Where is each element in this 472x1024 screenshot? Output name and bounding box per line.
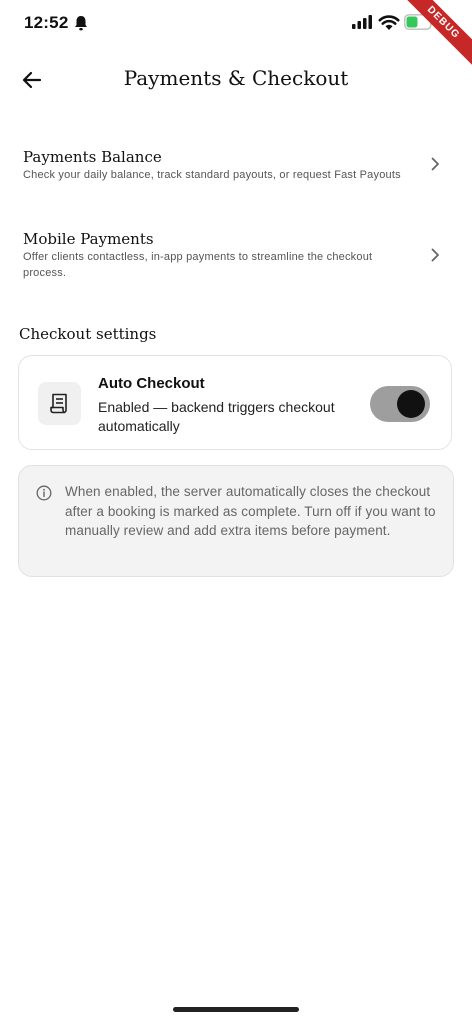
bell-icon [75, 16, 87, 31]
toggle-knob [397, 390, 425, 418]
auto-checkout-title: Auto Checkout [98, 375, 205, 392]
mobile-payments-title: Mobile Payments [23, 230, 154, 248]
payments-balance-title: Payments Balance [23, 148, 162, 166]
receipt-icon [50, 393, 67, 414]
checkout-settings-heading: Checkout settings [19, 325, 157, 343]
info-text: When enabled, the server automatically c… [65, 484, 436, 538]
app-bar: Payments & Checkout [0, 56, 472, 104]
status-bar: 12:52 DEBUG [0, 0, 472, 76]
auto-checkout-card: Auto Checkout Enabled — backend triggers… [18, 355, 452, 450]
auto-checkout-info-box: When enabled, the server automatically c… [18, 465, 454, 577]
payments-balance-subtitle: Check your daily balance, track standard… [23, 169, 401, 181]
chevron-right-icon [431, 248, 439, 262]
chevron-right-icon [431, 157, 439, 171]
wifi-icon [378, 15, 400, 30]
auto-checkout-toggle[interactable] [370, 386, 430, 422]
mobile-payments-subtitle: Offer clients contactless, in-app paymen… [23, 251, 373, 279]
page-title: Payments & Checkout [123, 66, 349, 90]
home-indicator [173, 1007, 299, 1012]
receipt-icon-container [38, 382, 81, 425]
auto-checkout-subtitle: Enabled — backend triggers checkout auto… [98, 399, 335, 434]
info-icon [36, 485, 52, 501]
payments-balance-row[interactable]: Payments Balance Check your daily balanc… [0, 140, 472, 200]
mobile-payments-row[interactable]: Mobile Payments Offer clients contactles… [0, 222, 472, 286]
status-time: 12:52 [24, 13, 69, 32]
signal-icon [352, 15, 372, 29]
